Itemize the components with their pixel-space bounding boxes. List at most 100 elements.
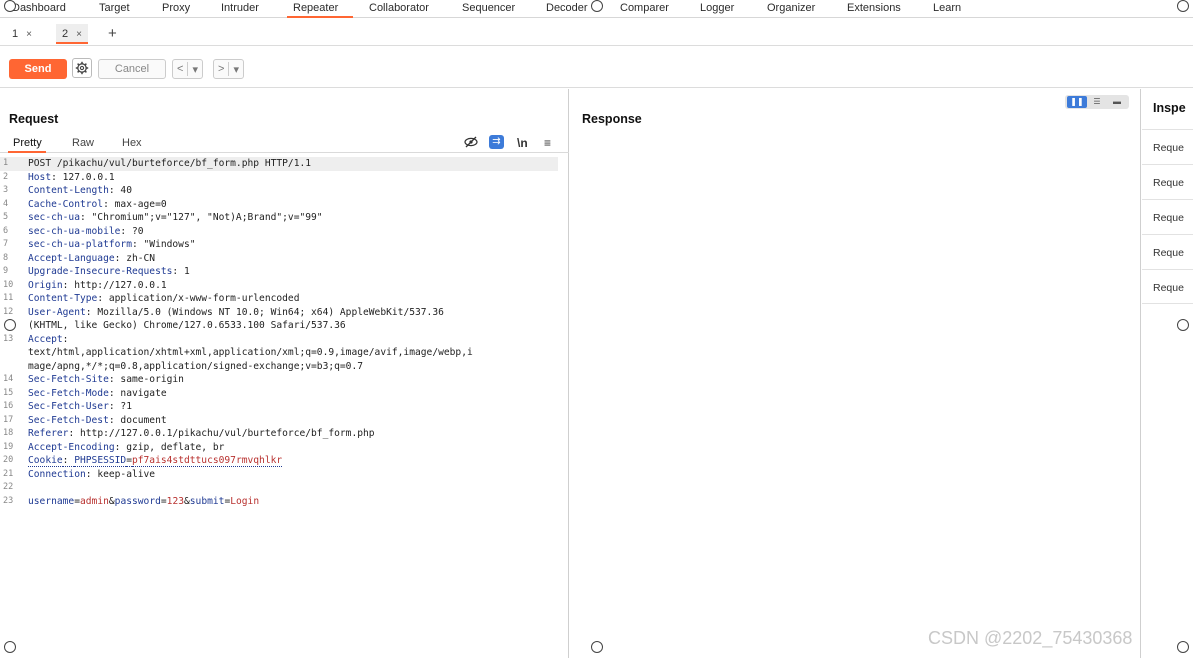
inspector-row[interactable]: Reque	[1142, 269, 1193, 304]
inspector-pane: Inspe Reque Reque Reque Reque Reque	[1142, 89, 1193, 658]
code-text: Content-Length: 40	[28, 184, 132, 198]
newline-icon[interactable]: \n	[517, 136, 528, 150]
code-line: 18 Referer: http://127.0.0.1/pikachu/vul/…	[0, 427, 569, 441]
nav-target[interactable]: Target	[99, 2, 130, 14]
subtab-underline	[8, 151, 46, 153]
close-icon[interactable]: ×	[76, 29, 82, 40]
chevron-down-icon[interactable]: ▾	[188, 63, 202, 76]
line-number: 13	[3, 333, 14, 344]
tab-hex[interactable]: Hex	[122, 137, 142, 149]
code-text: sec-ch-ua-platform: "Windows"	[28, 238, 196, 252]
code-line: 15 Sec-Fetch-Mode: navigate	[0, 387, 569, 401]
nav-collaborator[interactable]: Collaborator	[369, 2, 429, 14]
code-text: Referer: http://127.0.0.1/pikachu/vul/bu…	[28, 427, 375, 441]
inspector-row[interactable]: Reque	[1142, 234, 1193, 269]
line-number: 14	[3, 374, 14, 384]
send-button[interactable]: Send	[9, 59, 67, 79]
inspector-row-label: Reque	[1153, 142, 1184, 154]
code-text: sec-ch-ua: "Chromium";v="127", "Not)A;Br…	[28, 211, 323, 225]
cancel-button[interactable]: Cancel	[98, 59, 166, 79]
nav-sequencer[interactable]: Sequencer	[462, 2, 515, 14]
code-line: 14 Sec-Fetch-Site: same-origin	[0, 373, 569, 387]
line-number: 3	[3, 185, 9, 195]
tab-raw[interactable]: Raw	[72, 137, 94, 149]
nav-comparer[interactable]: Comparer	[620, 2, 669, 14]
code-text: Sec-Fetch-Dest: document	[28, 414, 167, 428]
code-token: : "Chromium";v="127", "Not)A;Brand";v="9…	[79, 212, 323, 223]
repeater-tab-2[interactable]: 2 ×	[56, 24, 88, 44]
back-button[interactable]: < ▾	[172, 59, 203, 79]
code-text: Host: 127.0.0.1	[28, 171, 115, 185]
back-arrow-icon: <	[177, 63, 184, 75]
code-token: : http://127.0.0.1/pikachu/vul/burteforc…	[68, 428, 375, 439]
code-token: POST /pikachu/vul/burteforce/bf_form.php…	[28, 158, 312, 169]
request-pane: Request Pretty Raw Hex ⇉ \n ≡ 1 POST /pik…	[0, 89, 569, 658]
selection-handle	[1177, 319, 1189, 331]
code-text: Accept-Language: zh-CN	[28, 252, 155, 266]
nav-extensions[interactable]: Extensions	[847, 2, 901, 14]
request-view-tabs: Pretty Raw Hex ⇉ \n ≡	[0, 133, 569, 153]
gear-icon[interactable]	[72, 58, 92, 78]
code-token: User-Agent	[28, 306, 86, 318]
code-token: Accept	[28, 333, 63, 345]
tab-pretty[interactable]: Pretty	[13, 137, 42, 149]
code-token: pf7ais4stdttucs097rmvqhlkr	[131, 455, 283, 467]
nav-dashboard[interactable]: Dashboard	[12, 2, 66, 14]
code-token: : zh-CN	[114, 252, 156, 264]
request-editor[interactable]: 1 POST /pikachu/vul/burteforce/bf_form.ph…	[0, 157, 569, 508]
line-number: 9	[3, 266, 9, 276]
close-icon[interactable]: ×	[26, 29, 32, 40]
code-token: : http://127.0.0.1	[62, 279, 167, 291]
code-token: : 1	[172, 266, 190, 277]
code-token: : same-origin	[108, 374, 184, 385]
nav-proxy[interactable]: Proxy	[162, 2, 190, 14]
menu-icon[interactable]: ≡	[544, 136, 551, 150]
code-line: (KHTML, like Gecko) Chrome/127.0.6533.10…	[0, 319, 569, 333]
nav-decoder[interactable]: Decoder	[546, 2, 588, 14]
code-line: 13 Accept:	[0, 333, 569, 347]
code-line: 11 Content-Type: application/x-www-form-u…	[0, 292, 569, 306]
repeater-tab-1[interactable]: 1 ×	[6, 24, 38, 44]
chevron-down-icon[interactable]: ▾	[229, 63, 243, 76]
inspector-row[interactable]: Reque	[1142, 129, 1193, 164]
nav-logger[interactable]: Logger	[700, 2, 734, 14]
code-token: Sec-Fetch-User	[28, 401, 109, 412]
code-text: User-Agent: Mozilla/5.0 (Windows NT 10.0…	[28, 306, 444, 320]
selection-handle	[1177, 0, 1189, 12]
nav-organizer[interactable]: Organizer	[767, 2, 815, 14]
add-tab-button[interactable]: +	[108, 25, 117, 42]
code-token: : document	[108, 414, 167, 426]
code-token: admin	[80, 495, 109, 507]
line-number: 11	[3, 293, 14, 303]
inspector-row[interactable]: Reque	[1142, 164, 1193, 199]
tab-label: 1	[12, 28, 19, 40]
line-number: 18	[3, 428, 14, 438]
nav-repeater[interactable]: Repeater	[293, 2, 338, 14]
code-token: Login	[230, 495, 260, 507]
code-token: Origin	[28, 279, 63, 291]
code-token: sec-ch-ua-platform	[28, 239, 132, 250]
code-line: 5 sec-ch-ua: "Chromium";v="127", "Not)A;B…	[0, 211, 569, 225]
line-number: 2	[3, 171, 9, 182]
line-number: 8	[3, 252, 9, 263]
request-title: Request	[9, 112, 59, 126]
code-token: sec-ch-ua-mobile	[28, 225, 121, 237]
hide-icon[interactable]	[464, 136, 478, 151]
nav-learn[interactable]: Learn	[933, 2, 961, 14]
inspector-title: Inspe	[1153, 101, 1186, 115]
code-token: : ?1	[108, 401, 132, 412]
selection-handle	[591, 641, 603, 653]
nav-intruder[interactable]: Intruder	[221, 2, 259, 14]
wrap-icon[interactable]: ⇉	[489, 135, 504, 149]
line-number: 16	[3, 401, 14, 411]
code-token: : ?0	[120, 225, 144, 237]
code-line: 21 Connection: keep-alive	[0, 468, 569, 482]
forward-button[interactable]: > ▾	[213, 59, 244, 79]
selection-handle	[4, 641, 16, 653]
nav-active-underline	[287, 16, 353, 18]
code-token: Upgrade-Insecure-Requests	[28, 266, 173, 277]
inspector-row[interactable]: Reque	[1142, 199, 1193, 234]
code-token: : application/x-www-form-urlencoded	[97, 293, 300, 304]
code-line: 1 POST /pikachu/vul/burteforce/bf_form.ph…	[0, 157, 558, 171]
code-token: Sec-Fetch-Mode	[28, 387, 109, 399]
